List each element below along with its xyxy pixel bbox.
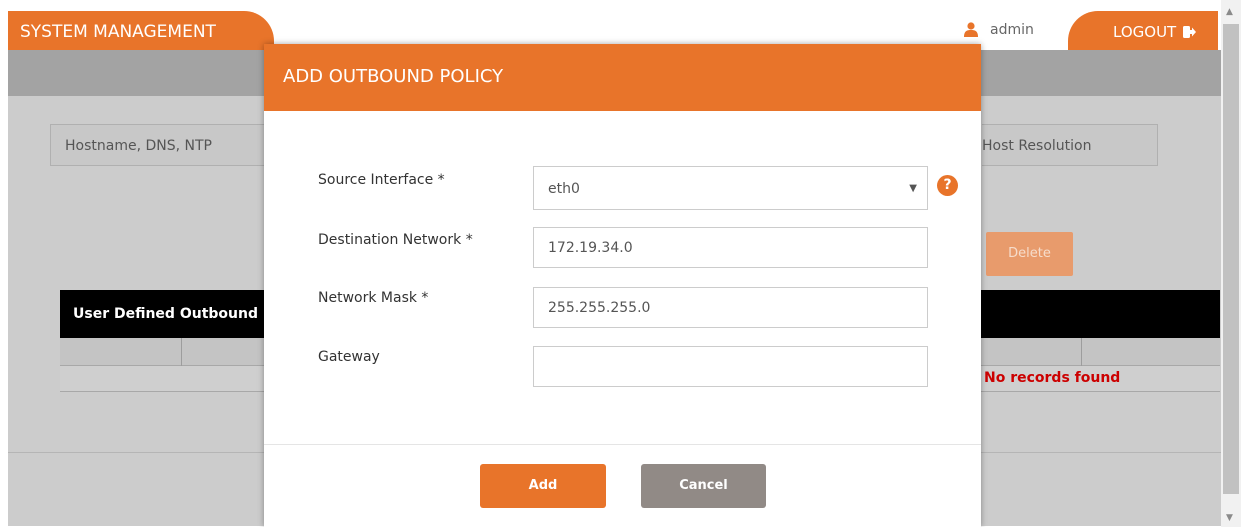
column-divider [1081,338,1082,366]
chevron-down-icon: ▼ [909,183,917,194]
delete-button[interactable]: Delete [986,232,1073,276]
add-button[interactable]: Add [480,464,606,508]
app-title: SYSTEM MANAGEMENT [8,11,274,50]
scroll-up-icon[interactable]: ▲ [1226,7,1233,17]
gateway-label: Gateway [318,349,380,365]
network-mask-label: Network Mask * [318,290,429,306]
add-outbound-policy-dialog: ADD OUTBOUND POLICY Source Interface * e… [264,44,981,527]
gateway-input[interactable] [533,346,928,387]
source-interface-label: Source Interface * [318,172,445,188]
cancel-button[interactable]: Cancel [641,464,766,508]
source-interface-select[interactable]: eth0 ▼ [533,166,928,210]
username[interactable]: admin [990,22,1034,38]
help-icon[interactable]: ? [937,175,958,196]
network-mask-value: 255.255.255.0 [548,300,651,316]
user-icon [964,22,978,37]
destination-network-input[interactable]: 172.19.34.0 [533,227,928,268]
dialog-footer-divider [264,444,981,445]
scroll-down-icon[interactable]: ▼ [1226,513,1233,523]
logout-label: LOGOUT [1113,23,1177,41]
logout-icon [1183,26,1196,38]
tab-hostname-dns-ntp[interactable]: Hostname, DNS, NTP [50,124,265,166]
destination-network-label: Destination Network * [318,232,473,248]
empty-message: No records found [984,370,1121,386]
destination-network-value: 172.19.34.0 [548,240,633,256]
logout-button[interactable]: LOGOUT [1068,11,1218,50]
column-divider [181,338,182,366]
scrollbar-thumb[interactable] [1223,24,1239,494]
tab-host-resolution[interactable]: Host Resolution [982,124,1158,166]
network-mask-input[interactable]: 255.255.255.0 [533,287,928,328]
dialog-title: ADD OUTBOUND POLICY [264,44,981,111]
source-interface-value: eth0 [548,181,580,197]
